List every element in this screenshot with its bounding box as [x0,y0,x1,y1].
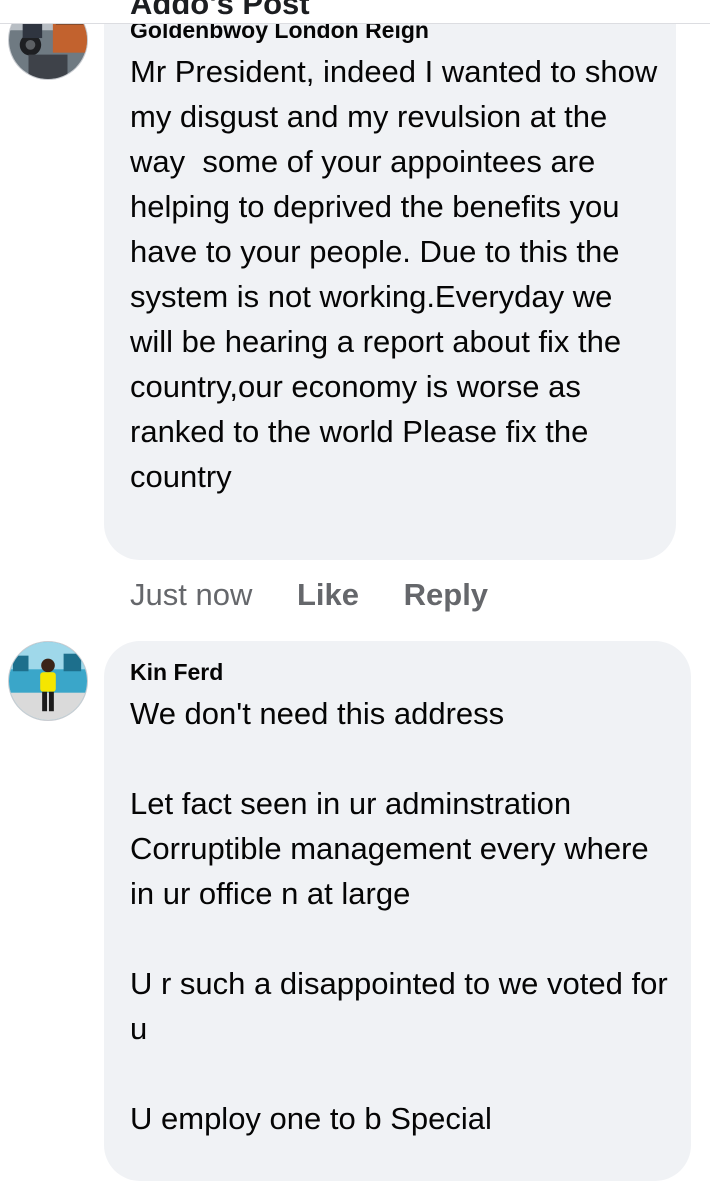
like-button[interactable]: Like [297,577,359,612]
comment-text: Mr President, indeed I wanted to show my… [130,54,666,494]
profile-photo-icon [9,642,87,720]
comment-bubble[interactable]: Goldenbwoy London Reign Mr President, in… [104,0,676,560]
commenter-avatar[interactable] [8,641,88,721]
comment-timestamp: Just now [130,577,253,612]
comment-bubble[interactable]: Kin Ferd We don't need this address Let … [104,641,691,1181]
comment-text: We don't need this address Let fact seen… [130,696,668,1136]
comment-author-name[interactable]: Kin Ferd [130,659,223,686]
reply-button[interactable]: Reply [404,577,488,612]
post-header: Addo's Post [0,0,710,24]
post-title: Addo's Post [130,0,310,21]
comment-actions: Just now Like Reply [130,575,488,615]
